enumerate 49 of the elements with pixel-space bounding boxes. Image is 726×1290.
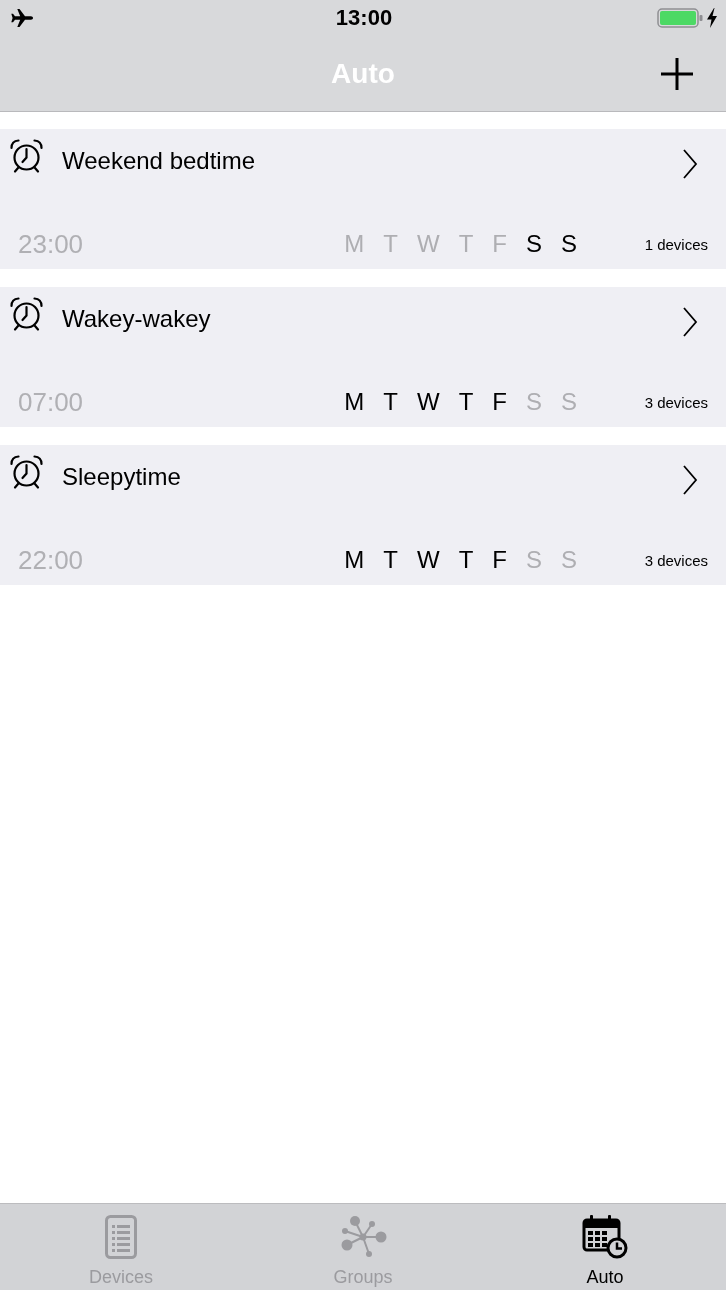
alarm-clock-icon — [9, 138, 44, 174]
list-document-icon — [105, 1215, 137, 1259]
airplane-icon — [10, 8, 34, 28]
weekday-letter: S — [525, 388, 542, 416]
weekday-letter: W — [416, 388, 440, 416]
automation-row[interactable]: Sleepytime 22:00 M T W T F S S 3 devices — [0, 445, 726, 585]
weekday-letter: M — [344, 230, 365, 258]
weekday-letter: F — [492, 388, 507, 416]
weekday-letter: S — [561, 388, 577, 416]
weekday-letter: M — [344, 546, 365, 574]
weekday-letter: T — [383, 230, 398, 258]
weekday-letter: T — [458, 230, 474, 258]
alarm-clock-icon — [9, 454, 44, 490]
automation-row[interactable]: Wakey-wakey 07:00 M T W T F S S 3 devices — [0, 287, 726, 427]
add-button[interactable] — [660, 56, 694, 91]
weekday-letter: T — [458, 546, 474, 574]
automation-name: Weekend bedtime — [62, 147, 255, 175]
automation-name: Sleepytime — [62, 463, 181, 491]
chevron-right-icon — [682, 464, 698, 496]
weekday-letter: T — [383, 388, 398, 416]
automation-time: 23:00 — [18, 228, 85, 260]
charging-bolt-icon — [706, 8, 718, 28]
weekday-letter: F — [492, 230, 507, 258]
weekday-letter: T — [458, 388, 474, 416]
weekday-letter: S — [561, 230, 577, 258]
device-count: 3 devices — [643, 393, 708, 411]
network-nodes-icon — [339, 1215, 387, 1259]
weekday-letter: S — [525, 230, 542, 258]
weekday-letter: S — [561, 546, 577, 574]
tab-bar-item[interactable]: Auto — [484, 1204, 726, 1290]
chevron-right-icon — [682, 306, 698, 338]
weekday-letter: T — [383, 546, 398, 574]
device-count: 3 devices — [643, 551, 708, 569]
calendar-clock-icon — [582, 1215, 628, 1259]
status-time: 13:00 — [335, 5, 393, 31]
weekday-letter: W — [416, 546, 440, 574]
automation-time: 07:00 — [18, 386, 85, 418]
weekday-letter: W — [416, 230, 440, 258]
device-count: 1 devices — [643, 235, 708, 253]
weekday-letter: S — [525, 546, 542, 574]
automation-row[interactable]: Weekend bedtime 23:00 M T W T F S S 1 devices — [0, 129, 726, 269]
plus-icon — [660, 56, 694, 91]
weekday-letter: F — [492, 546, 507, 574]
battery-icon — [657, 8, 703, 28]
chevron-right-icon — [682, 148, 698, 180]
weekday-letter: M — [344, 388, 365, 416]
automation-name: Wakey-wakey — [62, 305, 211, 333]
automation-time: 22:00 — [18, 544, 85, 576]
alarm-clock-icon — [9, 296, 44, 332]
